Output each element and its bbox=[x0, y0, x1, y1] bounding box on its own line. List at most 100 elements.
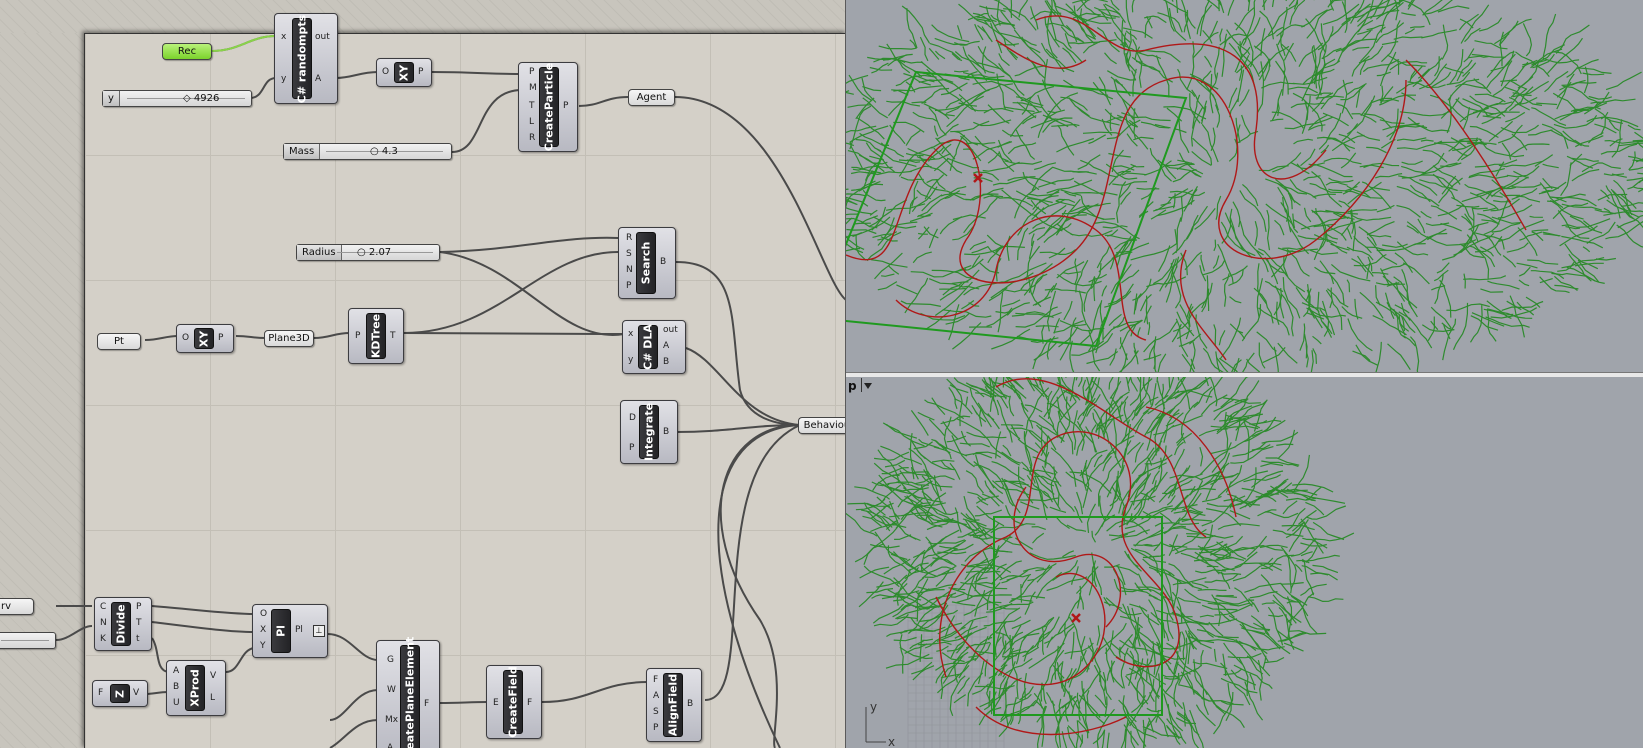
xprod-component[interactable]: A B U XProd V L bbox=[166, 660, 226, 716]
port-c[interactable]: C bbox=[100, 602, 106, 612]
trail-segment bbox=[1204, 573, 1239, 583]
port-n[interactable]: N bbox=[626, 265, 633, 275]
plane-component[interactable]: O X Y Pl Pl ⊥ bbox=[252, 604, 328, 658]
port-t[interactable]: T bbox=[136, 618, 142, 628]
port-v[interactable]: V bbox=[210, 671, 216, 681]
randompts-component[interactable]: x y C# randompts out A bbox=[274, 13, 338, 104]
port-a[interactable]: A bbox=[173, 666, 179, 676]
viewport-menu-divider bbox=[861, 378, 862, 392]
port-p[interactable]: P bbox=[218, 333, 223, 343]
port-b[interactable]: B bbox=[173, 682, 179, 692]
createfield-component[interactable]: E CreateField F bbox=[486, 665, 542, 739]
port-pl[interactable]: Pl bbox=[295, 625, 303, 635]
top-viewport[interactable]: y x p bbox=[846, 377, 1643, 748]
viewport-title[interactable]: p bbox=[848, 379, 857, 393]
mass-slider[interactable]: Mass ○ 4.3 bbox=[283, 143, 452, 160]
trail-segment bbox=[1449, 49, 1464, 85]
port-mx[interactable]: Mx bbox=[385, 715, 398, 725]
dropdown-arrow-icon[interactable] bbox=[864, 383, 872, 389]
port-f[interactable]: F bbox=[653, 675, 658, 685]
port-p[interactable]: P bbox=[136, 602, 141, 612]
port-f[interactable]: F bbox=[98, 688, 103, 698]
port-a[interactable]: A bbox=[387, 743, 393, 748]
trail-segment bbox=[977, 660, 985, 685]
behaviour-param[interactable]: Behaviour bbox=[798, 417, 846, 434]
trail-segment bbox=[1502, 255, 1517, 268]
port-b[interactable]: B bbox=[663, 427, 669, 437]
xy-plane-component[interactable]: O XY P bbox=[376, 58, 432, 87]
port-b[interactable]: B bbox=[687, 699, 693, 709]
port-o[interactable]: O bbox=[382, 67, 389, 77]
port-a[interactable]: A bbox=[315, 74, 321, 84]
xy-plane-component[interactable]: O XY P bbox=[176, 324, 234, 353]
port-r[interactable]: R bbox=[529, 133, 535, 143]
search-component[interactable]: R S N P Search B bbox=[618, 227, 676, 299]
port-m[interactable]: M bbox=[529, 83, 537, 93]
port-p[interactable]: P bbox=[355, 331, 360, 341]
port-t[interactable]: T bbox=[390, 331, 396, 341]
perspective-viewport[interactable] bbox=[846, 0, 1643, 372]
port-y[interactable]: y bbox=[628, 355, 633, 365]
trail-segment bbox=[1376, 71, 1391, 77]
pt-param[interactable]: Pt bbox=[97, 333, 141, 350]
port-g[interactable]: G bbox=[387, 655, 394, 665]
rec-param[interactable]: Rec bbox=[162, 43, 212, 60]
port-a[interactable]: A bbox=[653, 691, 659, 701]
port-k[interactable]: K bbox=[100, 634, 106, 644]
port-x[interactable]: X bbox=[260, 625, 266, 635]
port-l[interactable]: L bbox=[210, 693, 215, 703]
port-e[interactable]: E bbox=[493, 698, 499, 708]
kdtree-component[interactable]: P KDTree T bbox=[348, 308, 404, 364]
port-out[interactable]: out bbox=[315, 32, 330, 42]
y-slider[interactable]: y ◇ 4926 bbox=[102, 90, 252, 107]
port-p[interactable]: P bbox=[418, 67, 423, 77]
curve-param[interactable]: rv bbox=[0, 598, 34, 615]
port-t-param[interactable]: t bbox=[136, 634, 140, 644]
agent-param[interactable]: Agent bbox=[628, 89, 675, 106]
port-p[interactable]: P bbox=[529, 67, 534, 77]
trail-segment bbox=[967, 533, 987, 537]
port-u[interactable]: U bbox=[173, 698, 180, 708]
trail-segment bbox=[1133, 543, 1153, 546]
port-p[interactable]: P bbox=[626, 281, 631, 291]
port-x[interactable]: x bbox=[628, 329, 633, 339]
port-r[interactable]: R bbox=[626, 233, 632, 243]
port-s[interactable]: S bbox=[653, 707, 659, 717]
trail-segment bbox=[932, 459, 955, 463]
createparticle-component[interactable]: P M T L R CreateParticle P bbox=[518, 62, 578, 152]
port-y[interactable]: Y bbox=[260, 641, 266, 651]
port-w[interactable]: W bbox=[387, 685, 396, 695]
port-p[interactable]: P bbox=[653, 723, 658, 733]
port-b[interactable]: B bbox=[663, 357, 669, 367]
port-o[interactable]: O bbox=[260, 609, 267, 619]
port-b[interactable]: B bbox=[660, 257, 666, 267]
dla-component[interactable]: x y C# DLA out A B bbox=[622, 320, 686, 374]
port-f[interactable]: F bbox=[424, 699, 429, 709]
integrate-component[interactable]: D P Integrate B bbox=[620, 400, 678, 464]
divide-component[interactable]: C N K Divide P T t bbox=[94, 597, 152, 651]
port-y[interactable]: y bbox=[281, 74, 286, 84]
port-t[interactable]: T bbox=[529, 101, 535, 111]
port-a[interactable]: A bbox=[663, 341, 669, 351]
port-f[interactable]: F bbox=[527, 698, 532, 708]
radius-slider[interactable]: Radius ○ 2.07 bbox=[296, 244, 440, 261]
port-out[interactable]: out bbox=[663, 325, 678, 335]
grasshopper-canvas[interactable]: Rec y ◇ 4926 x y C# randompts out A O XY… bbox=[0, 0, 846, 748]
port-s[interactable]: S bbox=[626, 249, 632, 259]
plane3d-param[interactable]: Plane3D bbox=[264, 330, 314, 347]
port-x[interactable]: x bbox=[281, 32, 286, 42]
trail-segment bbox=[1501, 142, 1512, 160]
port-v[interactable]: V bbox=[133, 688, 139, 698]
port-p[interactable]: P bbox=[629, 443, 634, 453]
count-slider[interactable] bbox=[0, 632, 56, 649]
alignfield-component[interactable]: F A S P AlignField B bbox=[646, 668, 702, 742]
unit-z-component[interactable]: F Z V bbox=[92, 680, 148, 707]
port-p-out[interactable]: P bbox=[563, 101, 568, 111]
createplaneelement-component[interactable]: G W Mx A CreatePlaneElement F bbox=[376, 637, 440, 748]
port-n[interactable]: N bbox=[100, 618, 107, 628]
trail-segment bbox=[973, 119, 1012, 127]
port-l[interactable]: L bbox=[529, 117, 534, 127]
graft-icon[interactable]: ⊥ bbox=[313, 625, 325, 637]
port-o[interactable]: O bbox=[182, 333, 189, 343]
port-d[interactable]: D bbox=[629, 413, 636, 423]
